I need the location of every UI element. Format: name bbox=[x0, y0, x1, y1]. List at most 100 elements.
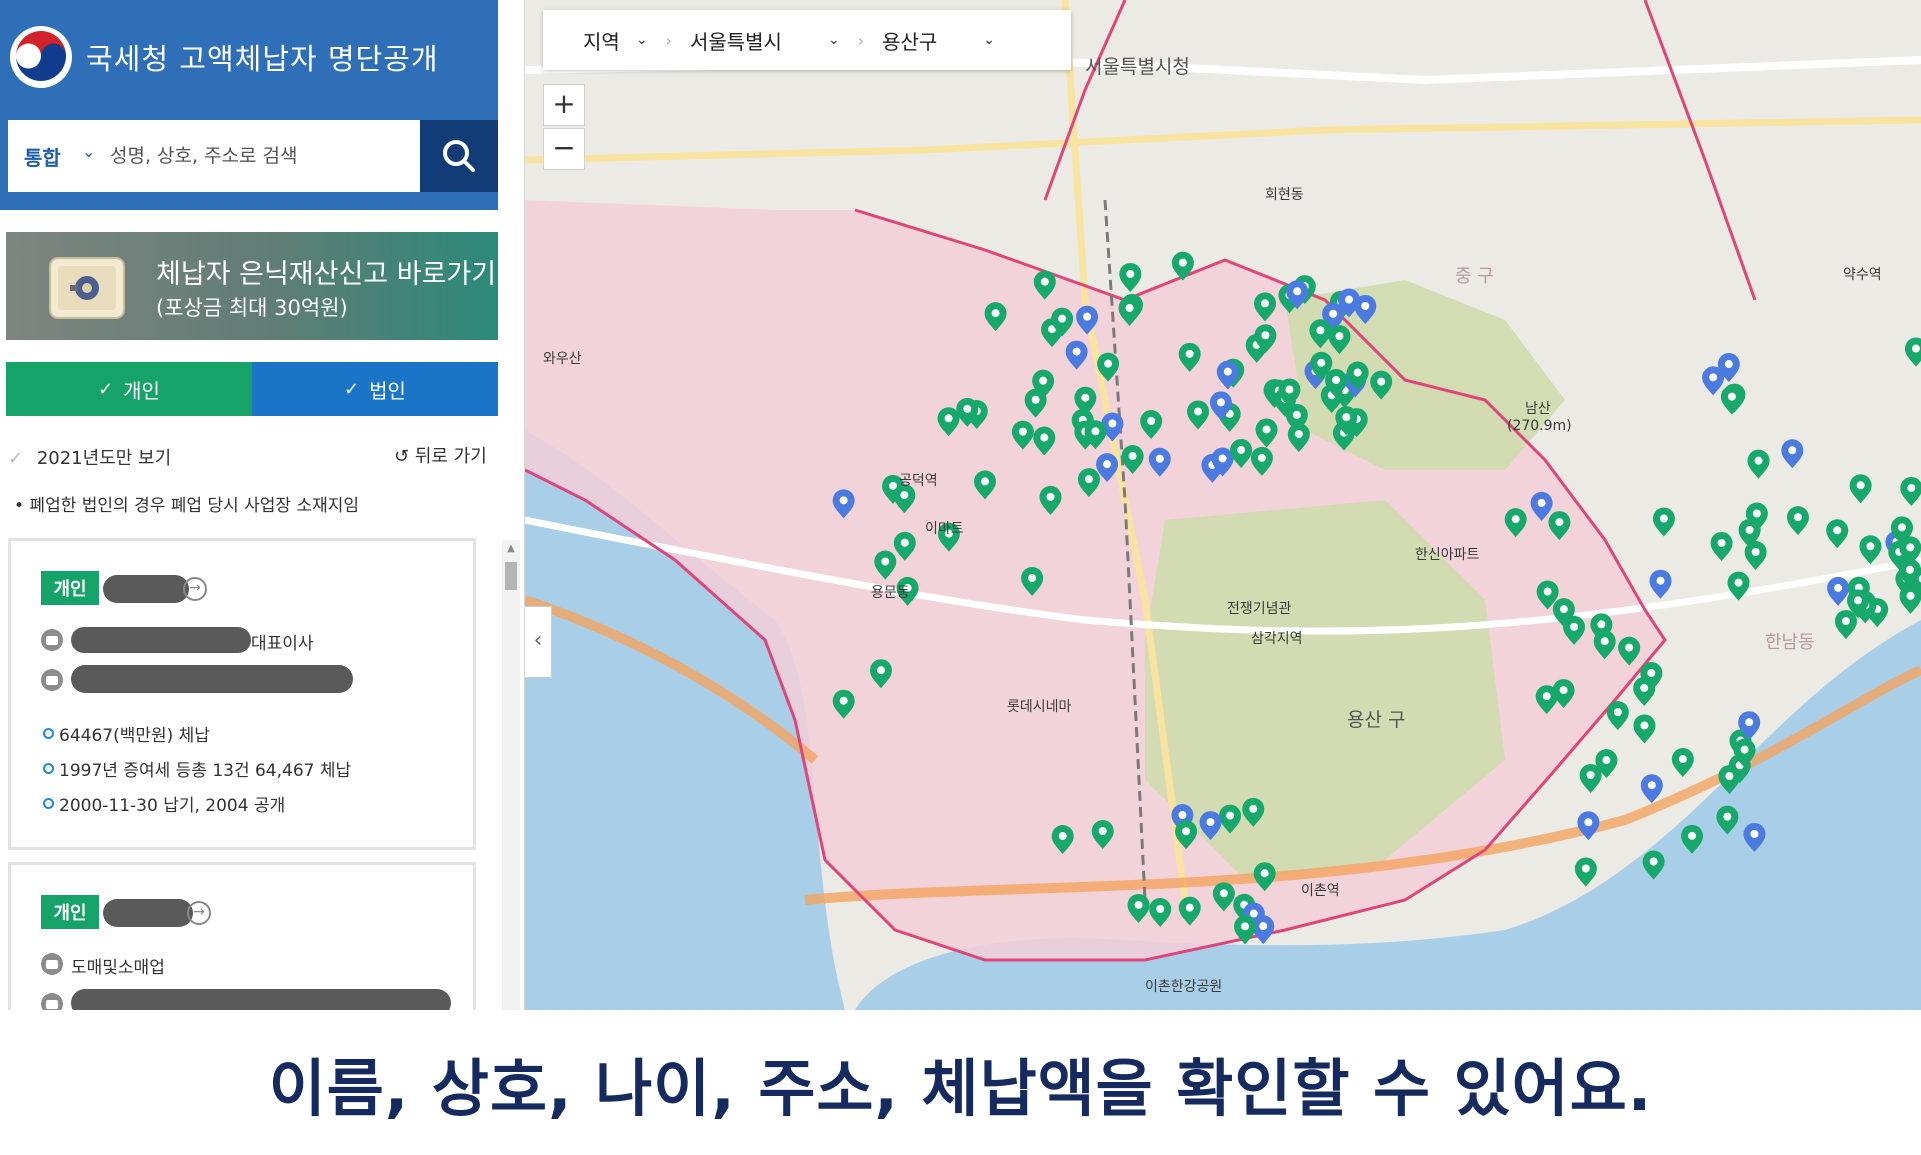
marker-dot bbox=[1688, 831, 1697, 840]
map-label-namsan: 남산 bbox=[1525, 401, 1551, 417]
marker-dot bbox=[991, 309, 1000, 318]
search-button[interactable] bbox=[420, 120, 498, 192]
map-label-yongmun: 용문동 bbox=[871, 585, 910, 601]
taxpayer-card[interactable]: 개인 → 도매및소매업 bbox=[8, 862, 476, 1010]
marker-dot bbox=[1125, 303, 1134, 312]
marker-dot bbox=[1555, 518, 1564, 527]
zoom-in-button[interactable]: + bbox=[543, 84, 585, 126]
marker-dot bbox=[1905, 565, 1914, 574]
collapse-sidebar-button[interactable]: ‹ bbox=[525, 606, 552, 678]
marker-dot bbox=[1108, 419, 1117, 428]
marker-dot bbox=[1754, 456, 1763, 465]
chevron-down-icon: ⌄ bbox=[827, 32, 840, 48]
search-icon bbox=[443, 140, 475, 172]
marker-dot bbox=[1249, 909, 1258, 918]
marker-dot bbox=[1751, 547, 1760, 556]
app-title: 국세청 고액체납자 명단공개 bbox=[86, 42, 439, 76]
marker-dot bbox=[1897, 523, 1906, 532]
marker-dot bbox=[1907, 483, 1916, 492]
marker-dot bbox=[1103, 460, 1112, 469]
business-text: 도매및소매업 bbox=[71, 958, 165, 978]
home-icon bbox=[41, 669, 63, 691]
region-selector-bar: 지역 ⌄ › 서울특별시 ⌄ › 용산구 ⌄ bbox=[543, 10, 1071, 70]
redacted-address bbox=[71, 989, 451, 1010]
search-input[interactable] bbox=[108, 136, 412, 176]
undo-arrow-icon: ↺ bbox=[394, 446, 410, 467]
marker-dot bbox=[1237, 445, 1246, 454]
marker-dot bbox=[1377, 377, 1386, 386]
region-level3-label: 용산구 bbox=[882, 29, 938, 54]
chevron-right-icon: › bbox=[857, 30, 865, 50]
filter-individual-toggle[interactable]: ✓ 개인 bbox=[6, 362, 252, 416]
map-label-ichon: 이촌역 bbox=[1301, 883, 1340, 899]
marker-dot bbox=[1081, 393, 1090, 402]
map-label-ichon-park: 이촌한강공원 bbox=[1145, 979, 1223, 995]
search-scope-select[interactable]: 통합 bbox=[24, 142, 61, 171]
chevron-down-icon: ⌄ bbox=[983, 32, 996, 48]
card-list-scrollbar[interactable]: ▲ bbox=[502, 540, 520, 1010]
check-icon: ✓ bbox=[344, 378, 360, 400]
briefcase-icon bbox=[41, 953, 63, 975]
marker-dot bbox=[1293, 287, 1302, 296]
marker-dot bbox=[1219, 889, 1228, 898]
marker-dot bbox=[1194, 407, 1203, 416]
arrow-right-icon[interactable]: → bbox=[183, 577, 207, 601]
region-level1-select[interactable]: 지역 ⌄ bbox=[583, 26, 648, 55]
briefcase-icon bbox=[41, 629, 63, 651]
redacted-name bbox=[103, 899, 193, 927]
marker-dot bbox=[1361, 301, 1370, 310]
marker-dot bbox=[1332, 376, 1341, 385]
arrow-right-icon[interactable]: → bbox=[187, 901, 211, 925]
marker-dot bbox=[1058, 314, 1067, 323]
marker-dot bbox=[1185, 349, 1194, 358]
map-label-samgakji: 삼각지역 bbox=[1251, 631, 1303, 647]
marker-dot bbox=[1740, 745, 1749, 754]
map-label-yongsan-gu: 용산 구 bbox=[1347, 709, 1406, 731]
marker-dot bbox=[1257, 453, 1266, 462]
zoom-out-button[interactable]: − bbox=[543, 128, 585, 170]
marker-dot bbox=[839, 696, 848, 705]
marker-dot bbox=[1625, 643, 1634, 652]
marker-dot bbox=[1724, 360, 1733, 369]
arrears-amount: 64467(백만원) 체납 bbox=[59, 726, 210, 746]
business-text: 대표이사 bbox=[251, 634, 314, 654]
taxpayer-card[interactable]: 개인 → 대표이사 64467(백만원) 체납 1997년 증여세 등총 13건… bbox=[8, 538, 476, 850]
marker-dot bbox=[1182, 827, 1191, 836]
region-level3-select[interactable]: 용산구 ⌄ bbox=[882, 26, 995, 55]
map-view[interactable]: 서울특별시청 용산 구 남산 (270.9m) 중 구 삼각지역 이촌역 공덕역… bbox=[525, 0, 1921, 1010]
safe-icon bbox=[49, 257, 125, 319]
filter-corporation-toggle[interactable]: ✓ 법인 bbox=[252, 362, 498, 416]
back-link[interactable]: ↺ 뒤로 가기 bbox=[394, 442, 487, 468]
marker-dot bbox=[1040, 433, 1049, 442]
chevron-down-icon[interactable]: ⌄ bbox=[82, 142, 95, 161]
marker-dot bbox=[1128, 452, 1137, 461]
marker-dot bbox=[1261, 299, 1270, 308]
marker-dot bbox=[1833, 526, 1842, 535]
marker-dot bbox=[1249, 804, 1258, 813]
marker-dot bbox=[963, 404, 972, 413]
scroll-thumb[interactable] bbox=[505, 562, 517, 590]
marker-dot bbox=[1841, 617, 1850, 626]
region-level2-select[interactable]: 서울특별시 ⌄ bbox=[690, 26, 840, 55]
marker-dot bbox=[1656, 576, 1665, 585]
marker-dot bbox=[1126, 269, 1135, 278]
map-label-lotte-cinema: 롯데시네마 bbox=[1007, 699, 1072, 715]
marker-dot bbox=[1178, 811, 1187, 820]
scroll-up-arrow-icon[interactable]: ▲ bbox=[502, 540, 520, 558]
hidden-asset-report-banner[interactable]: 체납자 은닉재산신고 바로가기 (포상금 최대 30억원) bbox=[6, 232, 498, 340]
marker-dot bbox=[1039, 376, 1048, 385]
marker-dot bbox=[1709, 373, 1718, 382]
map-canvas[interactable] bbox=[525, 0, 1921, 1010]
closed-corporation-note: • 폐업한 법인의 경우 폐업 당시 사업장 소재지임 bbox=[14, 496, 360, 516]
marker-dot bbox=[1854, 596, 1863, 605]
nts-logo bbox=[10, 26, 72, 88]
marker-dot bbox=[1906, 543, 1915, 552]
region-level1-label: 지역 bbox=[583, 29, 620, 54]
marker-dot bbox=[1649, 857, 1658, 866]
year-filter-checkbox[interactable]: ✓ 2021년도만 보기 bbox=[8, 444, 171, 470]
marker-dot bbox=[1259, 922, 1268, 931]
marker-dot bbox=[1745, 718, 1754, 727]
marker-dot bbox=[1597, 620, 1606, 629]
marker-dot bbox=[1344, 295, 1353, 304]
marker-dot bbox=[1031, 395, 1040, 404]
